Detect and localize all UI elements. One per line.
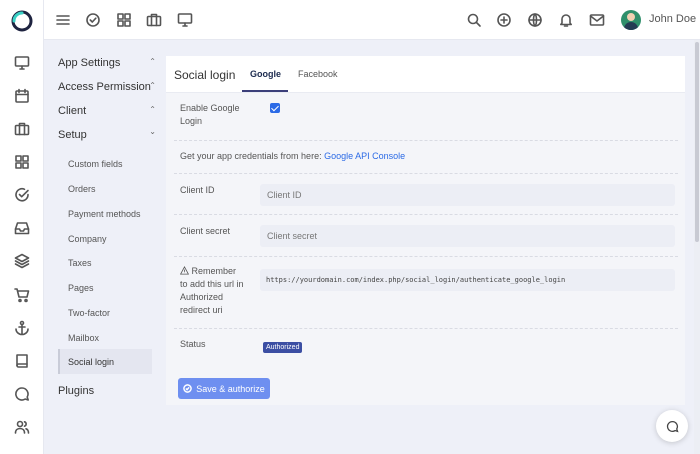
redirect-uri-note: Remember to add this url in Authorized r… <box>180 265 244 317</box>
chat-fab-button[interactable] <box>656 410 688 442</box>
anchor-icon[interactable] <box>13 319 31 337</box>
nav-setup-label: Setup <box>58 129 87 141</box>
status-badge: Authorized <box>263 342 303 353</box>
tab-google[interactable]: Google <box>250 69 281 79</box>
credentials-text: Get your app credentials from here: <box>180 151 322 161</box>
row-divider <box>174 214 678 215</box>
top-bar: John Doe <box>44 0 700 40</box>
nav-company[interactable]: Company <box>68 234 107 244</box>
row-divider <box>174 328 678 329</box>
settings-nav: App Settings ⌃ Access Permission ⌃ Client ⌃… <box>44 40 164 454</box>
globe-icon[interactable] <box>526 11 544 29</box>
nav-access-permission[interactable]: Access Permission ⌃ <box>58 81 156 93</box>
nav-mailbox[interactable]: Mailbox <box>68 333 99 343</box>
nav-two-factor[interactable]: Two-factor <box>68 308 110 318</box>
chevron-up-icon: ⌃ <box>149 105 156 114</box>
layers-icon[interactable] <box>13 252 31 270</box>
nav-payment-methods[interactable]: Payment methods <box>68 209 141 219</box>
check-circle-icon[interactable] <box>84 11 102 29</box>
tab-facebook[interactable]: Facebook <box>298 69 338 79</box>
chat-icon[interactable] <box>13 385 31 403</box>
mail-icon[interactable] <box>588 11 606 29</box>
menu-icon[interactable] <box>54 11 72 29</box>
row-divider <box>174 256 678 257</box>
grid-icon[interactable] <box>13 153 31 171</box>
nav-pages[interactable]: Pages <box>68 283 94 293</box>
desktop-icon[interactable] <box>176 11 194 29</box>
row-divider <box>174 140 678 141</box>
enable-google-checkbox[interactable] <box>270 103 280 113</box>
credentials-info: Get your app credentials from here: Goog… <box>180 150 405 163</box>
briefcase-icon[interactable] <box>145 11 163 29</box>
nav-setup[interactable]: Setup ⌄ <box>58 127 156 141</box>
nav-client[interactable]: Client ⌃ <box>58 105 156 117</box>
scrollbar[interactable] <box>694 40 700 454</box>
redirect-url-field[interactable]: https://yourdomain.com/index.php/social_… <box>260 269 675 291</box>
cart-icon[interactable] <box>13 286 31 304</box>
nav-orders[interactable]: Orders <box>68 184 96 194</box>
status-label: Status <box>180 339 206 349</box>
enable-google-label: Enable Google Login <box>180 103 240 126</box>
calendar-icon[interactable] <box>13 87 31 105</box>
add-circle-icon[interactable] <box>495 11 513 29</box>
page-title: Social login <box>174 68 236 82</box>
chevron-down-icon: ⌄ <box>149 127 156 136</box>
avatar[interactable] <box>621 10 641 30</box>
search-icon[interactable] <box>465 11 483 29</box>
nav-app-settings[interactable]: App Settings ⌃ <box>58 57 156 69</box>
nav-plugins-label: Plugins <box>58 385 95 397</box>
nav-taxes[interactable]: Taxes <box>68 258 92 268</box>
row-divider <box>174 173 678 174</box>
check-circle-icon[interactable] <box>13 186 31 204</box>
chevron-up-icon: ⌃ <box>149 57 156 66</box>
client-secret-input[interactable]: Client secret <box>260 225 675 247</box>
save-authorize-button[interactable]: Save & authorize <box>178 378 270 399</box>
chevron-up-icon: ⌃ <box>149 81 156 90</box>
user-name[interactable]: John Doe <box>649 13 696 25</box>
app-logo-icon[interactable] <box>11 10 33 32</box>
nav-app-settings-label: App Settings <box>58 57 121 69</box>
social-login-panel: Social login Google Facebook Enable Goog… <box>166 56 685 405</box>
nav-access-permission-label: Access Permission <box>58 81 151 93</box>
google-api-console-link[interactable]: Google API Console <box>324 151 405 161</box>
check-circle-icon <box>183 384 193 393</box>
bell-icon[interactable] <box>557 11 575 29</box>
left-icon-rail <box>0 0 44 454</box>
nav-custom-fields[interactable]: Custom fields <box>68 159 123 169</box>
warning-icon <box>180 266 189 275</box>
client-id-input[interactable]: Client ID <box>260 184 675 206</box>
nav-social-login[interactable]: Social login <box>68 357 114 367</box>
briefcase-icon[interactable] <box>13 120 31 138</box>
book-icon[interactable] <box>13 352 31 370</box>
scrollbar-thumb[interactable] <box>695 42 699 242</box>
users-icon[interactable] <box>13 418 31 436</box>
nav-plugins[interactable]: Plugins <box>58 385 156 397</box>
inbox-icon[interactable] <box>13 219 31 237</box>
save-authorize-label: Save & authorize <box>196 383 265 394</box>
client-secret-label: Client secret <box>180 226 231 236</box>
grid-icon[interactable] <box>115 11 133 29</box>
client-id-label: Client ID <box>180 185 215 195</box>
remember-text: Remember to add this url in Authorized r… <box>180 266 244 315</box>
desktop-icon[interactable] <box>13 54 31 72</box>
chat-icon <box>666 420 679 432</box>
nav-client-label: Client <box>58 105 87 117</box>
